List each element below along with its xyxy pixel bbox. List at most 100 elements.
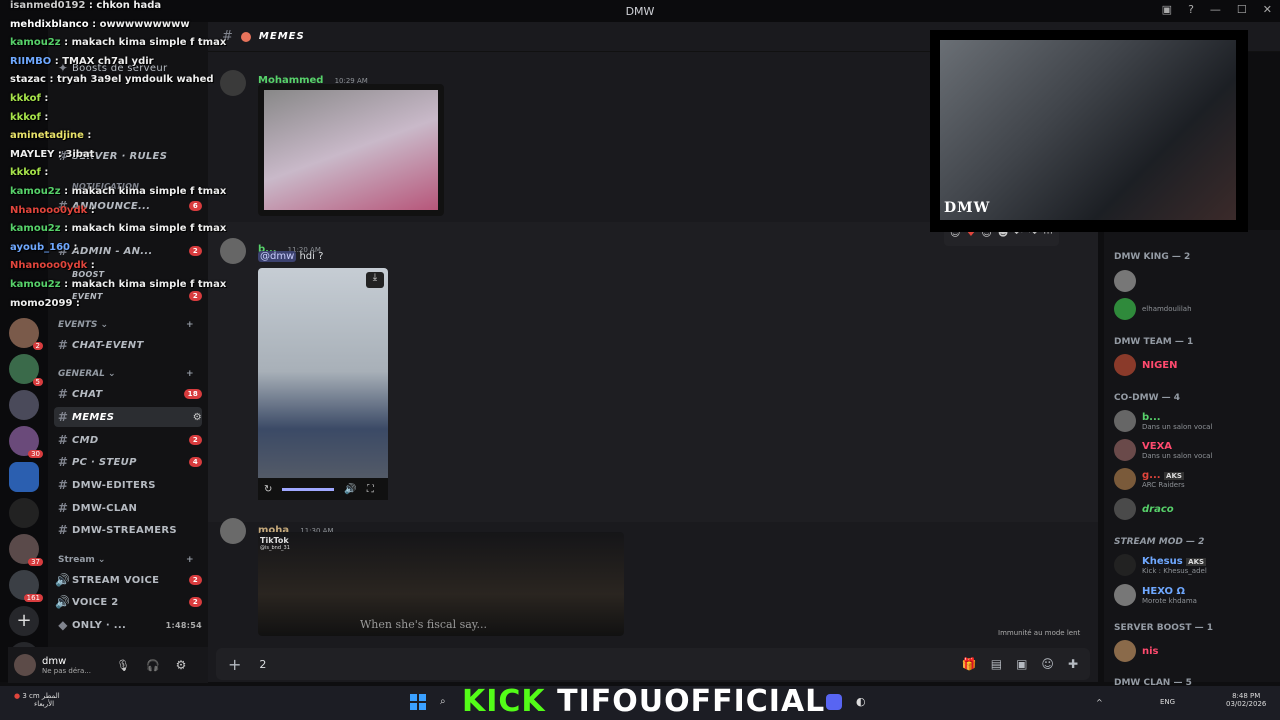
member-group-title: CO-DMW — 4 [1114, 393, 1181, 403]
category-events[interactable]: EVENTS ⌄ + [58, 320, 194, 330]
gif-icon[interactable]: ▤ [991, 657, 1002, 671]
channel-cmd[interactable]: # CMD 2 [54, 430, 202, 450]
add-channel-icon[interactable]: + [186, 369, 194, 379]
server-icon[interactable] [9, 462, 39, 492]
member-item[interactable]: Khesus AKS Kick : Khesus_adel [1114, 554, 1207, 576]
overlay-chat-line: kamou2z : makach kima simple f tmax [10, 223, 227, 235]
inbox-icon[interactable]: ▣ [1162, 3, 1172, 16]
microphone-icon[interactable]: 🎙 [116, 659, 130, 672]
chat-message: makach kima simple f tmax [71, 223, 227, 235]
channel-streamers[interactable]: # DMW-STREAMERS [54, 520, 202, 540]
overlay-chat-line: kamou2z : makach kima simple f tmax [10, 186, 227, 197]
webcam-feed [940, 40, 1236, 220]
weather-widget[interactable]: ● 3 cm المطر الأربعاء [14, 692, 60, 708]
speaker-icon: 🔊 [55, 573, 71, 587]
avatar[interactable] [220, 518, 246, 544]
avatar[interactable] [14, 654, 36, 676]
search-icon[interactable]: ⌕ [440, 696, 446, 707]
chat-username: aminetadjine [10, 130, 84, 142]
voice-only[interactable]: ◆ ONLY · ... 1:48:54 [54, 615, 202, 635]
settings-icon[interactable]: ⚙ [193, 412, 202, 423]
minimize-button[interactable]: — [1210, 3, 1221, 16]
category-general[interactable]: GENERAL ⌄ + [58, 369, 194, 379]
overlay-chat-line: kkkof : [10, 111, 49, 123]
app-taskbar-icon[interactable]: ◐ [856, 695, 866, 708]
clock[interactable]: 8:48 PM 03/02/2026 [1226, 692, 1266, 708]
chat-message: makach kima simple f tmax [71, 186, 227, 197]
download-icon[interactable]: ⤓ [366, 272, 384, 288]
server-icon[interactable]: 37 [9, 534, 43, 566]
chat-username: kamou2z [10, 37, 61, 49]
server-icon[interactable] [9, 498, 39, 528]
message-input[interactable]: 2 [259, 658, 266, 671]
member-item[interactable]: b... Dans un salon vocal [1114, 410, 1212, 432]
add-channel-icon[interactable]: + [186, 555, 194, 565]
help-icon[interactable]: ? [1188, 3, 1194, 16]
video-attachment[interactable] [258, 268, 388, 498]
member-item[interactable]: draco [1114, 498, 1174, 520]
category-stream[interactable]: Stream ⌄ + [58, 555, 194, 565]
user-name: dmw [42, 655, 67, 667]
language-indicator[interactable]: ENG [1160, 698, 1175, 706]
voice-stream[interactable]: 🔊 STREAM VOICE 2 [54, 570, 202, 590]
channel-chat[interactable]: # CHAT 18 [54, 384, 202, 404]
video-caption: When she's fiscal say... [360, 618, 488, 631]
chat-username: kamou2z [10, 279, 61, 290]
member-item[interactable]: g... AKS ARC Raiders [1114, 468, 1185, 490]
replay-icon[interactable]: ↻ [264, 484, 272, 495]
member-item[interactable]: HEXO Ω Morote khdama [1114, 584, 1197, 606]
overlay-chat-line: RIIMBO : TMAX ch7al ydir [10, 55, 154, 67]
close-button[interactable]: ✕ [1263, 3, 1272, 16]
gear-icon[interactable]: ⚙ [176, 658, 187, 672]
voice-2[interactable]: 🔊 VOICE 22 [54, 592, 202, 612]
server-icon[interactable] [9, 390, 39, 420]
server-icon[interactable]: 5 [9, 354, 43, 386]
fullscreen-icon[interactable]: ⛶ [367, 484, 374, 495]
member-item[interactable]: NIGEN [1114, 354, 1178, 376]
image-attachment[interactable] [258, 84, 444, 216]
mention[interactable]: @dmw [258, 251, 297, 262]
server-icon[interactable]: 161 [9, 570, 43, 602]
tiktok-label: TikTok @is_bnd_31 [260, 536, 290, 551]
member-item[interactable]: elhamdoulilah [1114, 298, 1192, 320]
member-item[interactable] [1114, 270, 1136, 292]
member-group-title: STREAM MOD — 2 [1114, 537, 1205, 547]
channel-memes[interactable]: # MEMES ⚙ [54, 407, 202, 427]
channel-clan[interactable]: # DMW-CLAN [54, 498, 202, 518]
channel-chat-event[interactable]: # CHAT-EVENT [54, 335, 202, 355]
tray-chevron-icon[interactable]: ^ [1096, 698, 1103, 707]
channel-editers[interactable]: # DMW-EDITERS [54, 475, 202, 495]
chat-username: kkkof [10, 111, 41, 123]
maximize-button[interactable]: ☐ [1237, 3, 1247, 16]
volume-slider[interactable] [282, 487, 335, 491]
chat-username: Nhanooo0ydk [10, 260, 88, 272]
chat-message: chkon hada [96, 0, 162, 11]
speaker-icon: 🔊 [55, 595, 71, 609]
headphones-icon[interactable]: 🎧 [146, 659, 160, 672]
avatar[interactable] [220, 238, 246, 264]
discord-taskbar-icon[interactable] [826, 694, 842, 710]
overlay-chat-line: momo2099 : [10, 297, 80, 309]
member-item[interactable]: nis [1114, 640, 1159, 662]
overlay-chat-line: kkkof : [10, 167, 49, 179]
sticker-icon[interactable]: ▣ [1016, 657, 1027, 671]
channel-pc-setup[interactable]: # PC · STEUP 4 [54, 452, 202, 472]
overlay-chat-line: Nhanooo0ydk : [10, 204, 95, 216]
apps-icon[interactable]: ✚ [1068, 657, 1078, 671]
volume-icon[interactable]: 🔊 [344, 484, 356, 495]
add-attachment-icon[interactable]: + [228, 655, 241, 674]
add-server-icon[interactable]: + [9, 606, 39, 636]
webcam-logo: DMW [944, 200, 991, 216]
chat-username: mehdixblanco [10, 18, 89, 30]
server-icon[interactable]: 30 [9, 426, 43, 458]
emoji-icon[interactable]: ☺ [1041, 657, 1054, 671]
gift-icon[interactable]: 🎁 [962, 657, 977, 671]
member-item[interactable]: VEXA Dans un salon vocal [1114, 439, 1212, 461]
member-group-title: DMW TEAM — 1 [1114, 337, 1194, 347]
server-icon[interactable]: 2 [9, 318, 43, 350]
avatar[interactable] [220, 70, 246, 96]
stream-chat-overlay: isanmed0192 : chkon hada mehdixblanco : o… [0, 0, 226, 310]
windows-start-icon[interactable] [410, 694, 426, 710]
add-channel-icon[interactable]: + [186, 320, 194, 330]
chat-message: TMAX ch7al ydir [62, 55, 154, 67]
